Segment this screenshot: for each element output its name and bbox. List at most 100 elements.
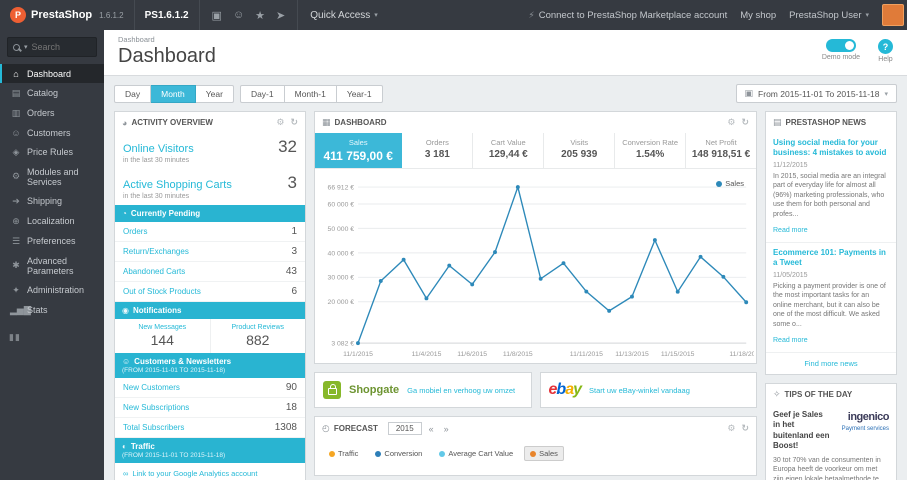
kpi-cart-value[interactable]: Cart Value 129,44 €	[473, 133, 545, 168]
help-icon[interactable]: ?	[878, 39, 893, 54]
home-icon: ⌂	[13, 68, 19, 79]
demo-mode-toggle[interactable]	[825, 39, 856, 52]
sidebar-item-administration[interactable]: ✦ Administration	[0, 280, 104, 300]
new-subscriptions-link[interactable]: New Subscriptions	[123, 403, 189, 412]
total-subscribers-link[interactable]: Total Subscribers	[123, 423, 184, 432]
cart-icon[interactable]: ▣	[212, 9, 222, 22]
sidebar-item-dashboard[interactable]: ⌂ Dashboard	[0, 64, 104, 83]
person-icon[interactable]: ☺	[233, 9, 244, 21]
refresh-icon[interactable]: ↻	[741, 423, 749, 434]
refresh-icon[interactable]: ↻	[741, 117, 749, 128]
forecast-legend: Traffic Conversion Average Cart Value Sa…	[315, 440, 756, 475]
out-of-stock-value: 6	[291, 286, 297, 297]
new-messages-cell[interactable]: New Messages 144	[115, 319, 210, 353]
kpi-visits[interactable]: Visits 205 939	[544, 133, 616, 168]
sidebar-item-shipping[interactable]: ➔ Shipping	[0, 191, 104, 211]
shop-name[interactable]: PS1.6.1.2	[135, 0, 200, 30]
sidebar-item-catalog[interactable]: ▤ Catalog	[0, 83, 104, 103]
shopgate-name: Shopgate	[349, 384, 400, 396]
read-more-link[interactable]: Read more	[773, 337, 808, 344]
pending-orders-link[interactable]: Orders	[123, 227, 147, 236]
rocket-icon[interactable]: ➤	[276, 9, 285, 22]
panel-title: FORECAST	[333, 424, 378, 433]
sidebar-item-preferences[interactable]: ☰ Preferences	[0, 231, 104, 251]
kpi-orders[interactable]: Orders 3 181	[402, 133, 474, 168]
range-year-1-button[interactable]: Year-1	[336, 84, 383, 103]
user-label: PrestaShop User	[789, 9, 862, 21]
range-day-1-button[interactable]: Day-1	[239, 84, 285, 103]
search-input[interactable]	[31, 42, 90, 52]
sidebar-item-orders[interactable]: ▥ Orders	[0, 103, 104, 123]
range-month-button[interactable]: Month	[151, 84, 196, 103]
avatar[interactable]	[882, 4, 904, 26]
range-year-button[interactable]: Year	[195, 84, 234, 103]
svg-text:11/15/2015: 11/15/2015	[661, 351, 695, 358]
gear-icon[interactable]: ⚙	[727, 423, 735, 434]
next-year-button[interactable]: »	[441, 424, 452, 434]
tips-of-the-day-panel: ✧ TIPS OF THE DAY Geef je Sales in het b…	[765, 382, 897, 480]
gear-icon[interactable]: ⚙	[727, 117, 735, 128]
search-scope-caret-icon[interactable]: ▾	[24, 43, 28, 51]
sidebar-item-localization[interactable]: ⊕ Localization	[0, 211, 104, 231]
kpi-sales[interactable]: Sales 411 759,00 €	[315, 133, 403, 168]
ebay-link[interactable]: Start uw eBay-winkel vandaag	[589, 386, 690, 395]
section-title: Currently Pending	[130, 209, 201, 218]
refresh-icon[interactable]: ↻	[290, 117, 298, 128]
sales-dot-icon	[530, 450, 537, 457]
kpi-net-profit[interactable]: Net Profit 148 918,51 €	[686, 133, 756, 168]
product-reviews-cell[interactable]: Product Reviews 882	[209, 319, 306, 353]
range-month-1-button[interactable]: Month-1	[284, 84, 337, 103]
abandoned-carts-link[interactable]: Abandoned Carts	[123, 267, 185, 276]
trophy-icon[interactable]: ★	[255, 9, 265, 22]
find-more-news-link[interactable]: Find more news	[766, 353, 896, 374]
tips-icon: ✧	[773, 388, 781, 399]
date-range-picker[interactable]: ▣ From 2015-11-01 To 2015-11-18 ▾	[735, 84, 897, 103]
my-shop-label: My shop	[740, 9, 777, 21]
read-more-link[interactable]: Read more	[773, 227, 808, 234]
sidebar-item-advanced-parameters[interactable]: ✱ Advanced Parameters	[0, 251, 104, 280]
brand[interactable]: P PrestaShop 1.6.1.2	[0, 0, 135, 30]
out-of-stock-link[interactable]: Out of Stock Products	[123, 287, 201, 296]
forecast-legend-average-cart-value[interactable]: Average Cart Value	[433, 446, 519, 461]
kpi-conversion-rate[interactable]: Conversion Rate 1.54%	[615, 133, 687, 168]
article-title-link[interactable]: Using social media for your business: 4 …	[773, 138, 889, 159]
ebay-module-card: ebay Start uw eBay-winkel vandaag	[539, 372, 757, 408]
shopgate-link[interactable]: Ga mobiel en verhoog uw omzet	[407, 386, 515, 395]
sidebar-item-stats[interactable]: ▂▅▇ Stats	[0, 300, 104, 320]
svg-text:11/18/2015: 11/18/2015	[729, 351, 754, 358]
ebay-logo: ebay	[549, 382, 582, 398]
article-date: 11/12/2015	[773, 161, 808, 169]
sidebar-item-customers[interactable]: ☺ Customers	[0, 123, 104, 142]
customers-icon: ☺	[11, 127, 21, 138]
sidebar-item-modules[interactable]: ⚙ Modules and Services	[0, 162, 104, 191]
customers-row: Total Subscribers 1308	[115, 418, 305, 438]
shipping-icon: ➔	[12, 195, 20, 206]
online-visitors-link[interactable]: Online Visitors	[123, 143, 194, 155]
forecast-year-select[interactable]: 2015	[387, 422, 422, 435]
quick-access-dropdown[interactable]: Quick Access ▾	[298, 0, 390, 30]
forecast-legend-sales[interactable]: Sales	[524, 446, 564, 461]
user-menu[interactable]: PrestaShop User ▾	[789, 10, 869, 21]
prev-year-button[interactable]: «	[426, 424, 437, 434]
activity-overview-panel: ◕ ACTIVITY OVERVIEW ⚙ ↻ Online Visitors …	[114, 111, 306, 480]
pending-returns-link[interactable]: Return/Exchanges	[123, 247, 189, 256]
new-customers-link[interactable]: New Customers	[123, 383, 180, 392]
forecast-legend-conversion[interactable]: Conversion	[369, 446, 428, 461]
svg-text:60 000 €: 60 000 €	[328, 201, 355, 208]
forecast-legend-traffic[interactable]: Traffic	[323, 446, 364, 461]
sidebar-collapse-button[interactable]: ▮▮	[0, 320, 104, 355]
ingenico-logo-name: ingenico	[847, 410, 890, 423]
marketplace-link[interactable]: ⚡ Connect to PrestaShop Marketplace acco…	[528, 10, 727, 21]
plug-icon: ⚡	[528, 9, 535, 20]
article-title-link[interactable]: Ecommerce 101: Payments in a Tweet	[773, 248, 889, 269]
google-analytics-link[interactable]: ∞ Link to your Google Analytics account	[115, 463, 305, 480]
gear-icon[interactable]: ⚙	[276, 117, 284, 128]
active-carts-link[interactable]: Active Shopping Carts	[123, 179, 232, 191]
kpi-row: Sales 411 759,00 € Orders 3 181 Cart Val…	[315, 133, 756, 169]
sidebar-search[interactable]: ▾	[7, 37, 97, 57]
chart-legend[interactable]: Sales	[716, 179, 744, 188]
panel-title: DASHBOARD	[334, 118, 387, 127]
my-shop-link[interactable]: My shop	[740, 10, 776, 21]
sidebar-item-price-rules[interactable]: ◈ Price Rules	[0, 142, 104, 162]
range-day-button[interactable]: Day	[114, 84, 152, 103]
